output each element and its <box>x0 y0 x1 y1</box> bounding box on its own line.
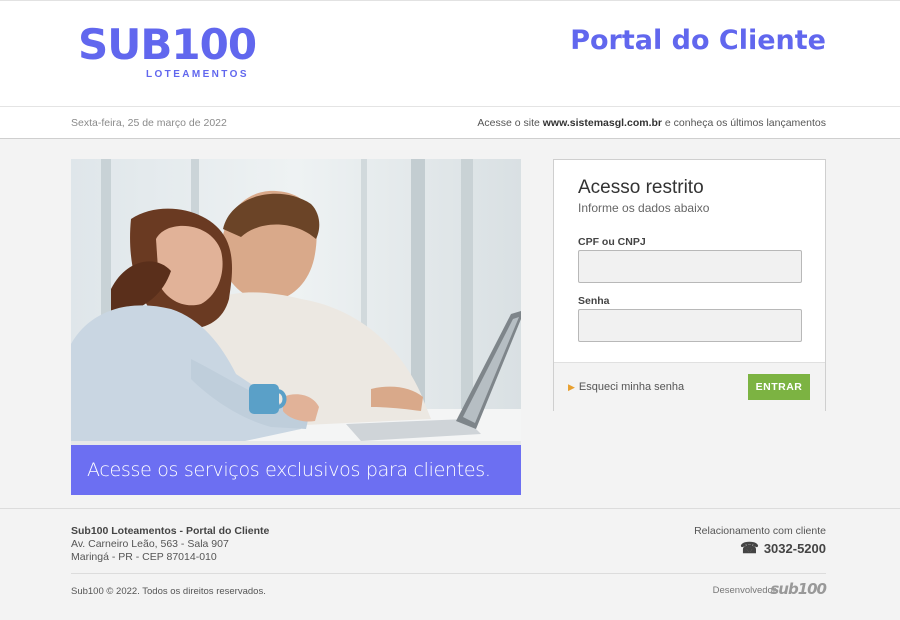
logo-wordmark: SUB100 <box>78 20 257 69</box>
phone-number: 3032-5200 <box>763 541 826 556</box>
phone-icon: ☎ <box>740 540 759 557</box>
footer-address-line1: Av. Carneiro Leão, 563 - Sala 907 <box>71 538 229 550</box>
arrow-right-icon: ▶ <box>568 382 575 392</box>
contact-phone: ☎ 3032-5200 <box>740 539 826 557</box>
logo-tagline: LOTEAMENTOS <box>146 69 249 80</box>
copyright: Sub100 © 2022. Todos os direitos reserva… <box>71 586 266 597</box>
footer-divider <box>71 573 826 574</box>
info-bar: Sexta-feira, 25 de março de 2022 Acesse … <box>0 106 900 139</box>
site-message-suffix: e conheça os últimos lançamentos <box>661 117 826 129</box>
cpf-label: CPF ou CNPJ <box>578 236 646 248</box>
password-input[interactable] <box>578 309 802 342</box>
login-panel: Acesso restrito Informe os dados abaixo … <box>553 159 826 411</box>
login-title: Acesso restrito <box>578 177 704 198</box>
cpf-cnpj-input[interactable] <box>578 250 802 283</box>
login-submit-button[interactable]: ENTRAR <box>748 374 810 400</box>
footer-company: Sub100 Loteamentos - Portal do Cliente <box>71 525 270 537</box>
developer-label: Desenvolvedor <box>712 585 776 596</box>
sub100-logo[interactable]: SUB100 LOTEAMENTOS <box>78 23 268 83</box>
site-link[interactable]: www.sistemasgl.com.br <box>543 117 662 129</box>
login-footer: ▶ Esqueci minha senha ENTRAR <box>554 362 825 411</box>
login-subtitle: Informe os dados abaixo <box>578 201 710 215</box>
portal-title: Portal do Cliente <box>570 25 826 56</box>
hero-banner-text: Acesse os serviços exclusivos para clien… <box>87 459 491 481</box>
site-message-prefix: Acesse o site <box>477 117 543 129</box>
relationship-label: Relacionamento com cliente <box>694 525 826 537</box>
site-header: SUB100 LOTEAMENTOS Portal do Cliente <box>0 0 900 106</box>
footer-address-line2: Maringá - PR - CEP 87014-010 <box>71 551 217 563</box>
site-message: Acesse o site www.sistemasgl.com.br e co… <box>477 117 826 129</box>
forgot-password-label: Esqueci minha senha <box>578 381 685 393</box>
forgot-password-link[interactable]: ▶ Esqueci minha senha <box>568 381 684 393</box>
developer-logo[interactable]: sub100 <box>770 580 827 598</box>
hero-image: Acesse os serviços exclusivos para clien… <box>71 159 521 495</box>
current-date: Sexta-feira, 25 de março de 2022 <box>71 117 227 129</box>
password-label: Senha <box>578 295 610 307</box>
hero-banner: Acesse os serviços exclusivos para clien… <box>71 445 521 495</box>
site-footer: Sub100 Loteamentos - Portal do Cliente A… <box>0 508 900 620</box>
